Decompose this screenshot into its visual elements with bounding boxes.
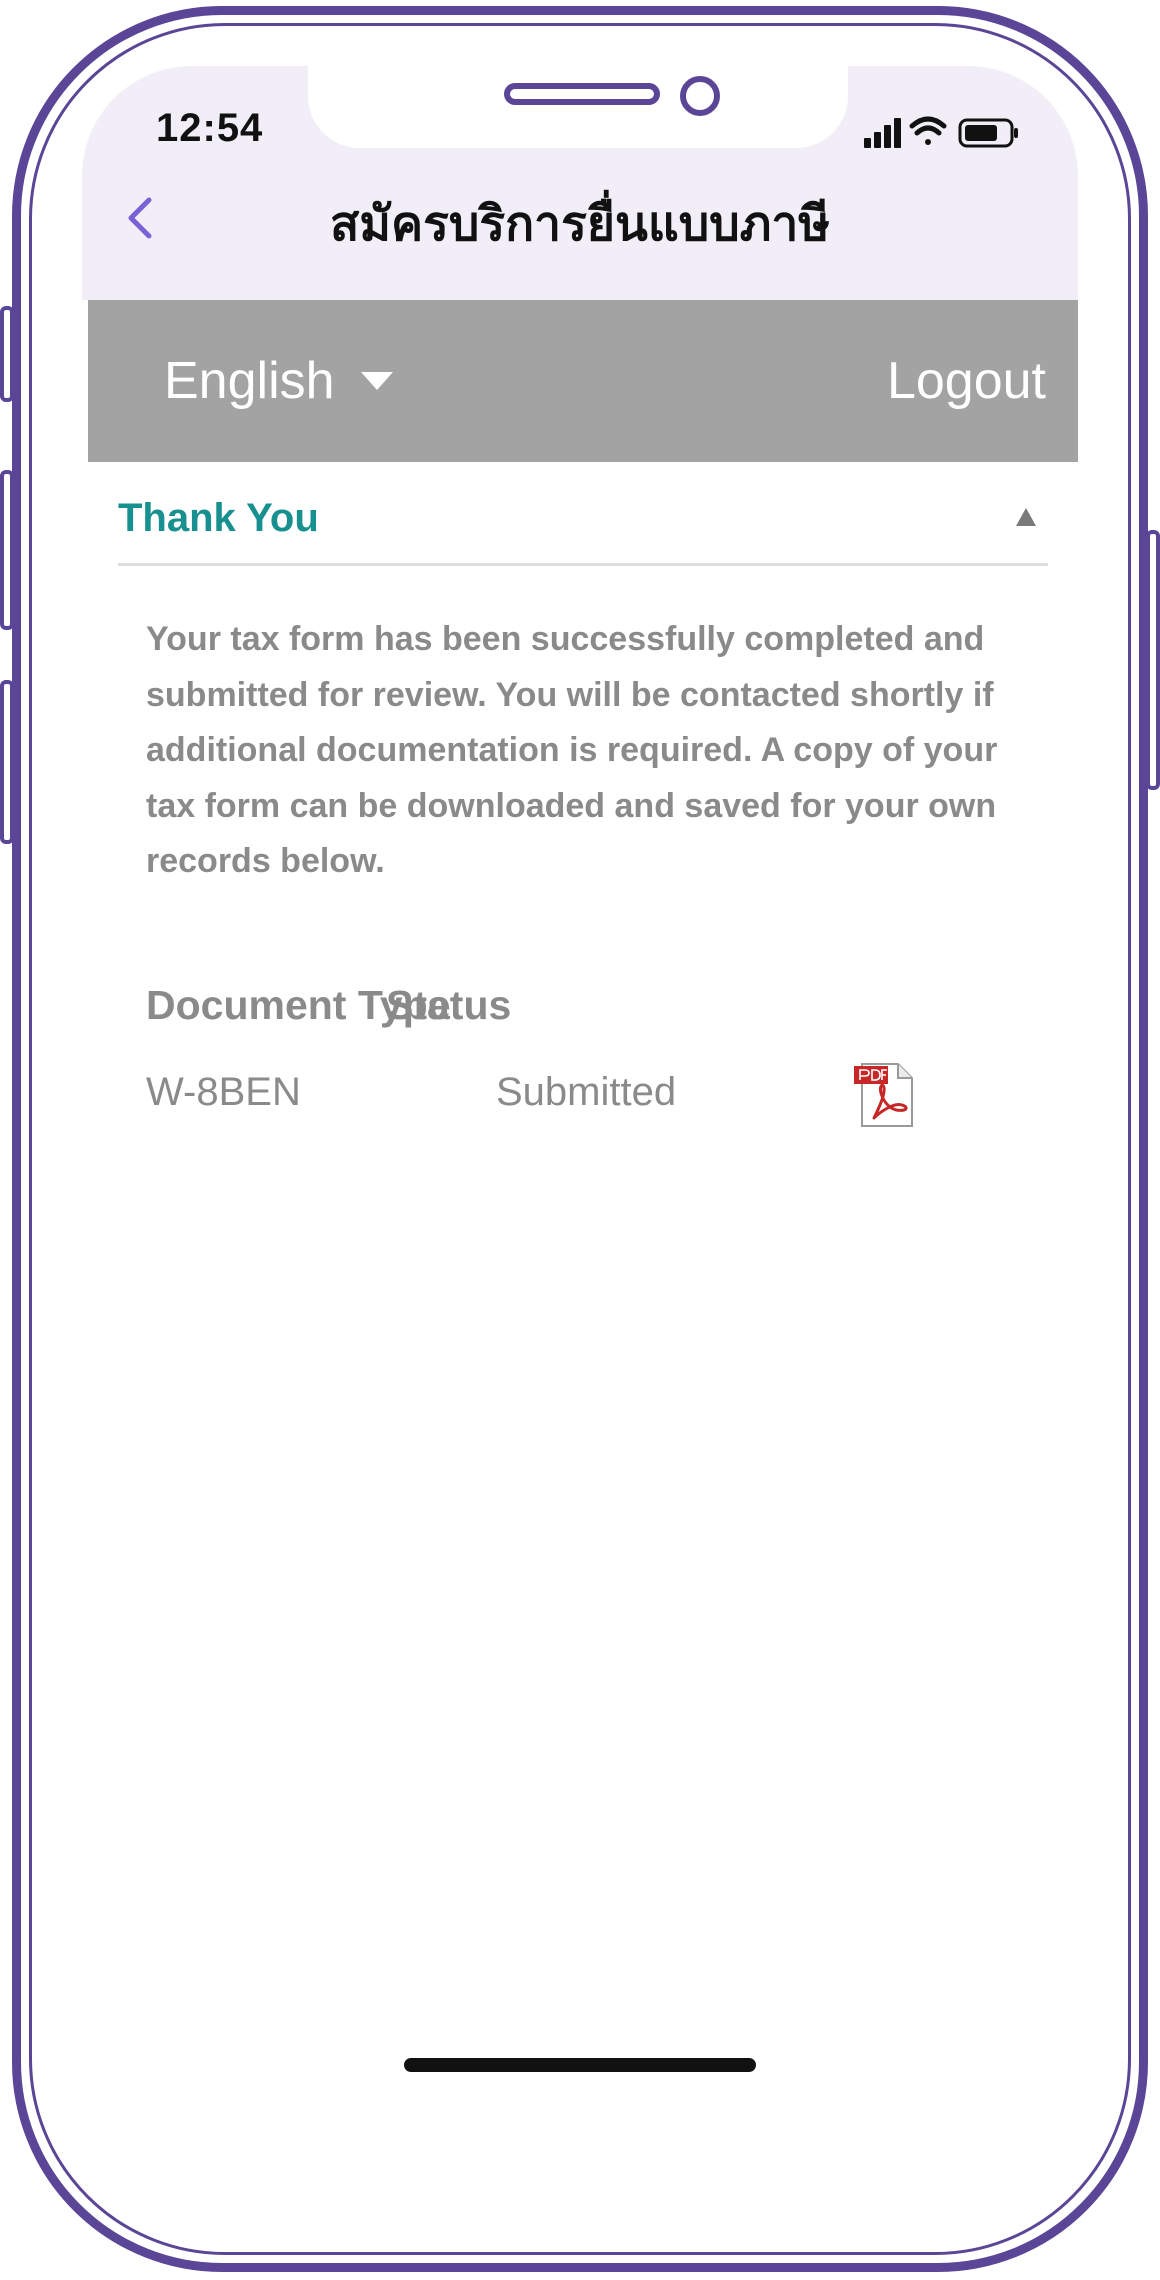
language-select-label: English (164, 352, 335, 410)
section-title: Thank You (118, 496, 319, 540)
home-indicator[interactable] (404, 2058, 756, 2072)
language-select[interactable]: English (164, 300, 393, 462)
pdf-icon[interactable] (852, 1062, 916, 1130)
side-button-mute (0, 306, 14, 402)
section-header[interactable]: Thank You (118, 462, 1048, 566)
main-content: Thank You Your tax form has been success… (88, 462, 1078, 2146)
status-icons (864, 116, 1018, 148)
confirmation-message: Your tax form has been successfully comp… (146, 620, 998, 880)
side-button-power (1146, 530, 1160, 790)
caret-down-icon (360, 372, 393, 390)
page-title: สมัครบริการยื่นแบบภาษี (330, 196, 830, 252)
earpiece-speaker (504, 83, 660, 105)
wifi-icon (909, 116, 947, 145)
signal-icon (864, 118, 901, 148)
language-bar: English Logout (88, 300, 1078, 462)
side-button-volume-up (0, 470, 14, 630)
status-time: 12:54 (156, 106, 264, 150)
battery-icon (958, 118, 1018, 148)
status-cell: Submitted (496, 1070, 677, 1114)
collapse-triangle-icon[interactable] (1016, 508, 1036, 526)
front-camera (680, 76, 720, 116)
screen: 12:54 สมัครบริการยื่นแบบภาษี English Log… (82, 66, 1078, 2146)
side-button-volume-down (0, 680, 14, 844)
logout-link[interactable]: Logout (887, 300, 1046, 462)
document-type-cell: W-8BEN (146, 1070, 301, 1114)
notch (308, 66, 848, 148)
column-header-status: Status (386, 982, 512, 1028)
